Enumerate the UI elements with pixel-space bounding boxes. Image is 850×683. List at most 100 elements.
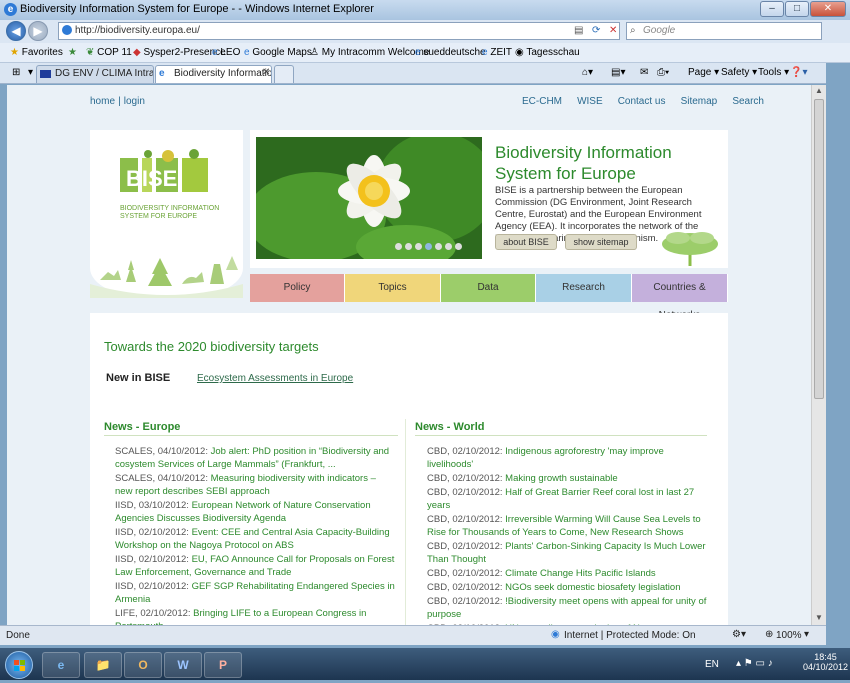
window-titlebar[interactable]: e Biodiversity Information System for Eu… (0, 0, 850, 20)
news-item[interactable]: IISD, 02/10/2012: GEF SGP Rehabilitating… (115, 580, 395, 606)
news-item[interactable]: CBD, 02/10/2012: Irreversible Warming Wi… (427, 513, 710, 539)
feeds-icon[interactable]: ▤▾ (611, 67, 625, 78)
logo-panel[interactable]: BISE BIODIVERSITY INFORMATION SYSTEM FOR… (90, 130, 243, 298)
news-item[interactable]: CBD, 02/10/2012: Half of Great Barrier R… (427, 486, 710, 512)
search-link[interactable]: Search (732, 96, 764, 107)
help-icon[interactable]: ❓▾ (790, 67, 807, 78)
ec-chm-link[interactable]: EC-CHM (522, 96, 562, 107)
login-link[interactable]: login (124, 96, 145, 107)
protected-mode-icon[interactable]: ⚙▾ (732, 629, 746, 640)
news-item[interactable]: CBD, 02/10/2012: Indigenous agroforestry… (427, 445, 710, 471)
forward-icon[interactable]: ▶ (28, 21, 48, 41)
stop-icon[interactable]: ✕ (609, 23, 617, 39)
favorites-button[interactable]: ★ Favorites (10, 47, 63, 58)
slide-dot[interactable] (395, 243, 402, 250)
scroll-up-icon[interactable]: ▲ (815, 86, 823, 95)
slide-dot[interactable] (445, 243, 452, 250)
close-tab-icon[interactable]: ✕ (262, 67, 270, 78)
fav-item[interactable]: ❦ COP 11 (86, 47, 132, 58)
fav-item[interactable]: e LEO (212, 47, 240, 58)
close-button[interactable]: ✕ (810, 1, 846, 17)
logo-text: BIODIVERSITY INFORMATION SYSTEM FOR EURO… (120, 205, 220, 220)
fav-item[interactable]: e ZEIT (482, 47, 512, 58)
zoom-dropdown-icon[interactable]: ▾ (804, 629, 809, 640)
compat-icon[interactable]: ▤ (574, 23, 583, 39)
tools-menu[interactable]: Tools ▾ (758, 67, 789, 78)
news-item[interactable]: IISD, 03/10/2012: European Network of Na… (115, 499, 395, 525)
tray-icons[interactable]: ▴ ⚑ ▭ ♪ (736, 658, 773, 669)
search-input[interactable]: ⌕ Google (626, 22, 822, 40)
vertical-scrollbar[interactable]: ▲ ▼ (811, 85, 826, 625)
start-button[interactable] (5, 651, 33, 679)
news-item[interactable]: SCALES, 04/10/2012: Job alert: PhD posit… (115, 445, 395, 471)
page-menu[interactable]: Page ▾ (688, 67, 719, 78)
news-link[interactable]: Climate Change Hits Pacific Islands (505, 568, 655, 579)
new-tab-button[interactable] (274, 65, 294, 83)
tab-intranet[interactable]: DG ENV / CLIMA Intranet -... (36, 65, 154, 83)
show-sitemap-button[interactable]: show sitemap (565, 234, 637, 250)
tab-bise[interactable]: e Biodiversity Informatio... (155, 65, 272, 83)
home-link[interactable]: home (90, 96, 115, 107)
news-item[interactable]: CBD, 02/10/2012: !Biodiversity meet open… (427, 595, 710, 621)
taskbar-ie[interactable]: e (42, 652, 80, 678)
nav-policy[interactable]: Policy (250, 274, 345, 302)
fav-item[interactable]: ♙ My Intracomm Welcome (310, 47, 429, 58)
news-link[interactable]: Making growth sustainable (505, 473, 617, 484)
fav-item[interactable]: e Google Maps (244, 47, 312, 58)
print-icon[interactable]: ⎙▾ (657, 67, 669, 78)
add-favorite-icon[interactable]: ★ (68, 47, 77, 58)
maximize-button[interactable]: □ (785, 1, 809, 17)
minimize-button[interactable]: – (760, 1, 784, 17)
status-text: Done (6, 630, 30, 641)
nav-topics[interactable]: Topics (345, 274, 441, 302)
fav-item[interactable]: e sueddeutsche (415, 47, 486, 58)
taskbar-explorer[interactable]: 📁 (84, 652, 122, 678)
url-input[interactable]: http://biodiversity.europa.eu/ ▤ ⟳ ✕ (58, 22, 620, 40)
quick-tabs-icon[interactable]: ⊞ (12, 67, 20, 78)
wise-link[interactable]: WISE (577, 96, 603, 107)
new-in-bise-link[interactable]: Ecosystem Assessments in Europe (197, 373, 353, 384)
news-item[interactable]: CBD, 02/10/2012: Plants' Carbon-Sinking … (427, 540, 710, 566)
security-zone[interactable]: Internet | Protected Mode: On (564, 630, 696, 641)
refresh-icon[interactable]: ⟳ (592, 23, 600, 39)
news-item[interactable]: SCALES, 04/10/2012: Measuring biodiversi… (115, 472, 395, 498)
nav-countries-networks[interactable]: Countries & Networks (632, 274, 728, 321)
taskbar-outlook[interactable]: O (124, 652, 162, 678)
slide-dot[interactable] (455, 243, 462, 250)
nav-data[interactable]: Data (441, 274, 536, 302)
news-item[interactable]: CBD, 02/10/2012: NGOs seek domestic bios… (427, 581, 710, 594)
slide-dot[interactable] (415, 243, 422, 250)
news-item[interactable]: CBD, 02/10/2012: Making growth sustainab… (427, 472, 710, 485)
clock[interactable]: 18:45 04/10/2012 (803, 652, 848, 672)
zoom-icon[interactable]: ⊕ (765, 629, 773, 640)
news-item[interactable]: CBD, 02/10/2012: Climate Change Hits Pac… (427, 567, 710, 580)
back-icon[interactable]: ◀ (6, 21, 26, 41)
language-indicator[interactable]: EN (705, 659, 719, 670)
new-in-bise-label: New in BISE (106, 372, 171, 384)
tab-list-icon[interactable]: ▾ (28, 67, 33, 78)
link-icon: ◆ (133, 47, 141, 58)
fav-item[interactable]: ◉ Tagesschau (515, 47, 580, 58)
scroll-down-icon[interactable]: ▼ (815, 613, 823, 622)
page-headline: Towards the 2020 biodiversity targets (104, 339, 319, 354)
slide-dot-active[interactable] (425, 243, 432, 250)
mail-icon[interactable]: ✉ (640, 67, 648, 78)
safety-menu[interactable]: Safety ▾ (721, 67, 757, 78)
taskbar-powerpoint[interactable]: P (204, 652, 242, 678)
news-item[interactable]: LIFE, 02/10/2012: Bringing LIFE to a Eur… (115, 607, 395, 625)
news-world-list: CBD, 02/10/2012: Indigenous agroforestry… (427, 445, 710, 625)
nav-research[interactable]: Research (536, 274, 632, 302)
news-item[interactable]: IISD, 02/10/2012: Event: CEE and Central… (115, 526, 395, 552)
news-item[interactable]: IISD, 02/10/2012: EU, FAO Announce Call … (115, 553, 395, 579)
taskbar-word[interactable]: W (164, 652, 202, 678)
zoom-level[interactable]: 100% (776, 630, 802, 641)
home-icon[interactable]: ⌂▾ (582, 67, 593, 78)
news-source: CBD, 02/10/2012: (427, 582, 503, 593)
slide-dot[interactable] (405, 243, 412, 250)
slide-dot[interactable] (435, 243, 442, 250)
news-link[interactable]: NGOs seek domestic biosafety legislation (505, 582, 680, 593)
contact-link[interactable]: Contact us (618, 96, 666, 107)
about-bise-button[interactable]: about BISE (495, 234, 557, 250)
sitemap-link[interactable]: Sitemap (681, 96, 718, 107)
scroll-thumb[interactable] (814, 99, 824, 399)
